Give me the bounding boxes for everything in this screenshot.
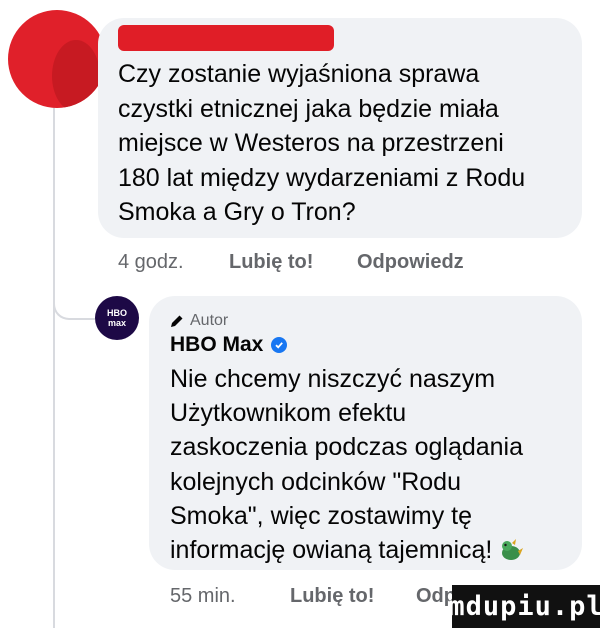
pen-icon bbox=[171, 315, 183, 327]
avatar[interactable] bbox=[8, 10, 106, 108]
thread-line bbox=[53, 100, 55, 628]
dragon-emoji-icon bbox=[502, 539, 524, 561]
author-badge: Autor bbox=[170, 312, 228, 330]
avatar-text-top: HBO bbox=[107, 308, 127, 318]
reply-timestamp[interactable]: 55 min. bbox=[170, 585, 236, 608]
watermark-logo: mdupiu.pl bbox=[448, 585, 600, 628]
author-name[interactable]: HBO Max bbox=[170, 333, 263, 357]
avatar-text-bottom: max bbox=[107, 318, 126, 328]
comment-timestamp[interactable]: 4 godz. bbox=[118, 251, 184, 274]
redacted-commenter-name bbox=[118, 25, 334, 51]
like-button[interactable]: Lubię to! bbox=[229, 251, 313, 274]
hbo-max-avatar[interactable]: HBO max bbox=[95, 296, 139, 340]
comment-text: Czy zostanie wyjaśniona sprawa czystki e… bbox=[118, 60, 526, 227]
verified-badge-icon bbox=[271, 337, 288, 353]
reply-like-label: Lubię to! bbox=[290, 585, 375, 607]
like-label: Lubię to! bbox=[229, 251, 314, 273]
reply-label: Odpowiedz bbox=[357, 251, 464, 273]
reply-connector bbox=[53, 270, 95, 320]
reply-like-button[interactable]: Lubię to! bbox=[290, 585, 374, 608]
reply-author[interactable]: HBO Max bbox=[170, 333, 288, 357]
reply-button[interactable]: Odpowiedz bbox=[357, 251, 464, 274]
author-badge-label: Autor bbox=[190, 312, 229, 329]
avatar-shade bbox=[52, 40, 100, 108]
reply-text: Nie chcemy niszczyć naszym Użytkownikom … bbox=[170, 362, 575, 567]
reply-text-body: Nie chcemy niszczyć naszym Użytkownikom … bbox=[170, 365, 524, 565]
